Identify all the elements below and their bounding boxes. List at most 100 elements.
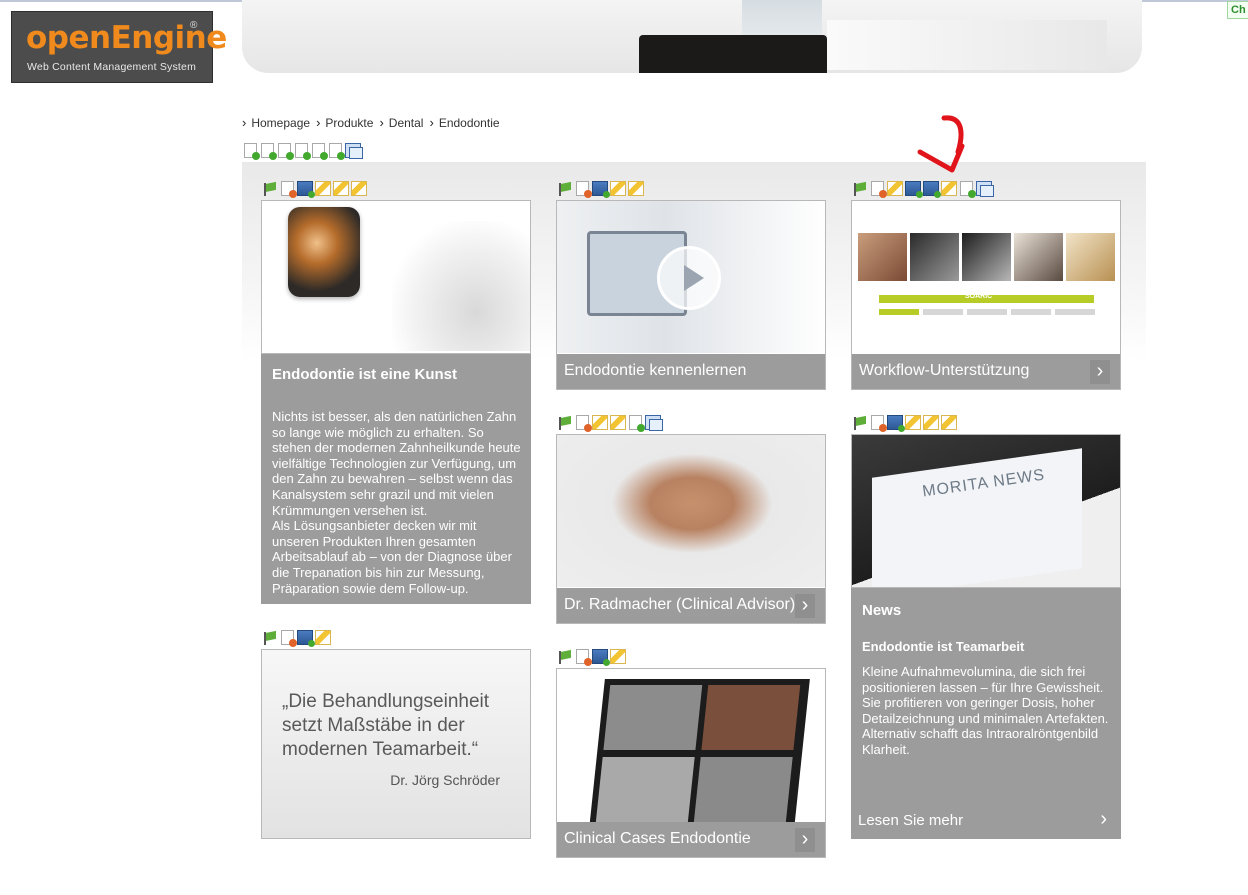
flag-icon[interactable]	[262, 630, 278, 645]
breadcrumb-homepage[interactable]: Homepage	[242, 115, 310, 130]
thumb-4	[1014, 233, 1063, 281]
tile-kennenlernen[interactable]: Endodontie kennenlernen	[556, 200, 826, 390]
page-delete-icon[interactable]	[576, 415, 592, 432]
pencil-icon[interactable]	[941, 181, 957, 196]
thumb-5	[1066, 233, 1115, 281]
page-add-icon[interactable]	[278, 143, 294, 160]
monitor-add-icon[interactable]	[592, 649, 610, 666]
workflow-step	[879, 309, 919, 315]
pencil-icon[interactable]	[333, 181, 349, 196]
tile-toolbar-workflow	[852, 181, 994, 198]
pencil-icon[interactable]	[610, 649, 626, 664]
corner-tab[interactable]: Ch	[1227, 1, 1248, 19]
flag-icon[interactable]	[852, 415, 868, 430]
news-more-link[interactable]: Lesen Sie mehr	[858, 812, 963, 829]
workflow-thumbnails	[858, 233, 1115, 281]
thumb-2	[910, 233, 959, 281]
workflow-step	[923, 309, 963, 315]
chevron-right-icon[interactable]: ›	[795, 594, 815, 618]
portrait-image	[557, 435, 825, 587]
tile-kennenlernen-caption-text: Endodontie kennenlernen	[564, 362, 747, 379]
breadcrumb-endodontie[interactable]: Endodontie	[429, 115, 500, 130]
thumb-3	[962, 233, 1011, 281]
pencil-icon[interactable]	[887, 181, 903, 196]
chevron-right-icon[interactable]: ›	[1100, 808, 1107, 831]
annotation-arrow-icon	[917, 115, 965, 173]
page-delete-icon[interactable]	[281, 181, 297, 198]
tile-radmacher[interactable]: Dr. Radmacher (Clinical Advisor) ›	[556, 434, 826, 624]
page-delete-icon[interactable]	[871, 181, 887, 198]
hero-stool	[639, 35, 827, 73]
news-subtitle: Endodontie ist Teamarbeit	[862, 639, 1025, 654]
stack-icon[interactable]	[976, 181, 994, 197]
flag-icon[interactable]	[557, 415, 573, 430]
page-add-icon[interactable]	[329, 143, 345, 160]
tile-kunst-body: Nichts ist besser, als den natürlichen Z…	[272, 409, 521, 518]
chevron-right-icon[interactable]: ›	[795, 828, 815, 852]
workflow-step	[967, 309, 1007, 315]
tile-toolbar-kennenlernen	[557, 181, 644, 198]
news-body: Kleine Aufnahmevolumina, die sich frei p…	[862, 664, 1109, 757]
page-edit-toolbar	[243, 143, 363, 160]
breadcrumb-produkte[interactable]: Produkte	[316, 115, 373, 130]
cbct-panel-2	[701, 685, 801, 750]
tile-toolbar-news	[852, 415, 957, 432]
flag-icon[interactable]	[557, 649, 573, 664]
page-add-icon[interactable]	[629, 415, 645, 432]
tile-clinical-caption: Clinical Cases Endodontie ›	[557, 822, 825, 857]
monitor-add-icon[interactable]	[592, 181, 610, 198]
pencil-icon[interactable]	[315, 630, 331, 645]
tile-news-image[interactable]: MORITA NEWS	[851, 434, 1121, 588]
tile-kunst-image[interactable]	[261, 200, 531, 354]
video-device-image	[557, 201, 825, 353]
tile-clinical[interactable]: Clinical Cases Endodontie ›	[556, 668, 826, 858]
thumb-1	[858, 233, 907, 281]
xray-image	[288, 207, 360, 297]
pencil-icon[interactable]	[610, 415, 626, 430]
tile-toolbar-kunst	[262, 181, 367, 198]
page-add-icon[interactable]	[295, 143, 311, 160]
flag-icon[interactable]	[852, 181, 868, 196]
flag-icon[interactable]	[557, 181, 573, 196]
stack-icon[interactable]	[645, 415, 663, 431]
chevron-right-icon[interactable]: ›	[1090, 360, 1110, 384]
page-delete-icon[interactable]	[871, 415, 887, 432]
page-add-icon[interactable]	[244, 143, 260, 160]
pencil-icon[interactable]	[315, 181, 331, 196]
pencil-icon[interactable]	[905, 415, 921, 430]
tile-radmacher-caption-text: Dr. Radmacher (Clinical Advisor)	[564, 596, 796, 613]
page-delete-icon[interactable]	[576, 649, 592, 666]
stack-icon[interactable]	[345, 143, 363, 159]
pencil-icon[interactable]	[610, 181, 626, 196]
tile-clinical-caption-text: Clinical Cases Endodontie	[564, 830, 751, 847]
pencil-icon[interactable]	[941, 415, 957, 430]
tile-news-text: News Endodontie ist Teamarbeit Kleine Au…	[851, 588, 1121, 839]
tile-toolbar-radmacher	[557, 415, 663, 432]
page-delete-icon[interactable]	[576, 181, 592, 198]
play-icon[interactable]	[657, 246, 721, 310]
pencil-icon[interactable]	[628, 181, 644, 196]
page-add-icon[interactable]	[960, 181, 976, 198]
pencil-icon[interactable]	[592, 415, 608, 430]
monitor-add-icon[interactable]	[923, 181, 941, 198]
flag-icon[interactable]	[262, 181, 278, 196]
monitor-add-icon[interactable]	[905, 181, 923, 198]
hero-banner	[242, 0, 1142, 73]
page-add-icon[interactable]	[261, 143, 277, 160]
dental-chair-image	[392, 221, 530, 351]
tile-workflow[interactable]: SOARIC Workflow-Unterstützung ›	[851, 200, 1121, 390]
logo[interactable]: openEngine ® Web Content Management Syst…	[11, 11, 227, 83]
monitor-add-icon[interactable]	[297, 181, 315, 198]
monitor-add-icon[interactable]	[887, 415, 905, 432]
news-title: News	[862, 602, 902, 619]
page-delete-icon[interactable]	[281, 630, 297, 647]
tile-workflow-caption: Workflow-Unterstützung ›	[852, 354, 1120, 389]
tile-quote: „Die Behandlungseinheit setzt Maßstäbe i…	[261, 649, 531, 839]
cbct-panel-1	[603, 685, 703, 750]
pencil-icon[interactable]	[923, 415, 939, 430]
page-add-icon[interactable]	[312, 143, 328, 160]
tile-kunst-title: Endodontie ist eine Kunst	[272, 366, 458, 383]
monitor-add-icon[interactable]	[297, 630, 315, 647]
pencil-icon[interactable]	[351, 181, 367, 196]
breadcrumb-dental[interactable]: Dental	[379, 115, 424, 130]
